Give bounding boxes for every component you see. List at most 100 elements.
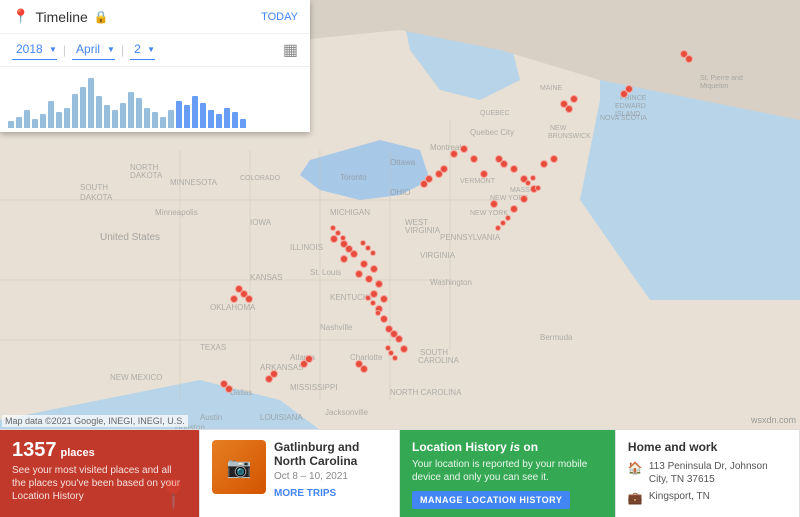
histogram-bar[interactable] xyxy=(232,112,238,128)
trip-inner: 📷 Gatlinburg and North Carolina Oct 8 – … xyxy=(212,440,387,501)
svg-text:St. Pierre and: St. Pierre and xyxy=(700,75,743,82)
places-card[interactable]: 1357 places See your most visited places… xyxy=(0,429,200,517)
map-attribution: Map data ©2021 Google, INEGI, INEGI, U.S… xyxy=(2,415,188,427)
location-dot xyxy=(350,250,358,258)
day-select[interactable]: 2 xyxy=(130,40,145,58)
svg-text:Quebec City: Quebec City xyxy=(470,128,514,137)
histogram-bar[interactable] xyxy=(192,96,198,128)
histogram-bar[interactable] xyxy=(144,108,150,128)
chart-toggle-button[interactable]: ▦ xyxy=(283,40,298,60)
histogram-bar[interactable] xyxy=(120,103,126,128)
svg-text:OKLAHOMA: OKLAHOMA xyxy=(210,303,256,312)
svg-text:QUEBEC: QUEBEC xyxy=(480,110,510,117)
svg-text:MINNESOTA: MINNESOTA xyxy=(170,178,218,187)
location-dot xyxy=(330,225,336,231)
location-dot xyxy=(440,165,448,173)
svg-text:IOWA: IOWA xyxy=(250,218,272,227)
location-dot xyxy=(370,265,378,273)
svg-text:PENNSYLVANIA: PENNSYLVANIA xyxy=(440,233,501,242)
home-address: 113 Peninsula Dr, Johnson City, TN 37615 xyxy=(649,460,787,486)
more-trips-button[interactable]: MORE TRIPS xyxy=(274,488,336,499)
today-button[interactable]: TODAY xyxy=(261,11,298,23)
histogram-bar[interactable] xyxy=(216,114,222,128)
svg-text:Bermuda: Bermuda xyxy=(540,333,573,342)
histogram[interactable] xyxy=(0,67,310,132)
histogram-bar[interactable] xyxy=(240,119,246,128)
svg-text:COLORADO: COLORADO xyxy=(240,175,281,182)
svg-text:TEXAS: TEXAS xyxy=(200,343,226,352)
histogram-bar[interactable] xyxy=(64,108,70,128)
histogram-bar[interactable] xyxy=(48,101,54,128)
histogram-bar[interactable] xyxy=(136,98,142,128)
location-history-card[interactable]: Location History is on Your location is … xyxy=(400,429,616,517)
year-select[interactable]: 2018 xyxy=(12,40,47,58)
histogram-bar[interactable] xyxy=(200,103,206,128)
svg-text:OHIO: OHIO xyxy=(390,188,410,197)
svg-text:DAKOTA: DAKOTA xyxy=(130,171,163,180)
svg-text:VIRGINIA: VIRGINIA xyxy=(420,251,456,260)
timeline-title-group: 📍 Timeline 🔒 xyxy=(12,8,109,25)
month-select[interactable]: April xyxy=(72,40,105,58)
location-dot xyxy=(495,225,501,231)
histogram-bar[interactable] xyxy=(96,96,102,128)
histogram-bar[interactable] xyxy=(208,110,214,128)
location-dot xyxy=(495,155,503,163)
histogram-bar[interactable] xyxy=(56,112,62,128)
histogram-bar[interactable] xyxy=(72,94,78,128)
location-dot xyxy=(225,385,233,393)
location-dot xyxy=(450,150,458,158)
svg-text:Austin: Austin xyxy=(200,413,222,422)
histogram-bar[interactable] xyxy=(160,117,166,128)
location-dot xyxy=(480,170,488,178)
location-dot xyxy=(305,355,313,363)
histogram-bar[interactable] xyxy=(152,112,158,128)
places-bg-icon: 📍 xyxy=(156,478,191,511)
histogram-bar[interactable] xyxy=(184,105,190,128)
svg-text:ARKANSAS: ARKANSAS xyxy=(260,363,304,372)
histogram-bar[interactable] xyxy=(8,121,14,128)
svg-text:NEW: NEW xyxy=(550,125,567,132)
home-work-card[interactable]: Home and work 🏠 113 Peninsula Dr, Johnso… xyxy=(616,429,800,517)
histogram-bar[interactable] xyxy=(128,92,134,128)
location-dot xyxy=(392,355,398,361)
trip-title: Gatlinburg and North Carolina xyxy=(274,440,387,469)
svg-text:NEW YORK: NEW YORK xyxy=(470,210,508,217)
location-dot xyxy=(375,280,383,288)
svg-text:Dallas: Dallas xyxy=(230,388,252,397)
histogram-bar[interactable] xyxy=(16,117,22,128)
svg-text:MICHIGAN: MICHIGAN xyxy=(330,208,370,217)
location-dot xyxy=(470,155,478,163)
svg-text:NEW MEXICO: NEW MEXICO xyxy=(110,373,162,382)
histogram-bar[interactable] xyxy=(112,110,118,128)
svg-text:United States: United States xyxy=(100,232,160,243)
trip-card[interactable]: 📷 Gatlinburg and North Carolina Oct 8 – … xyxy=(200,429,400,517)
histogram-bar[interactable] xyxy=(88,78,94,128)
svg-text:ILLINOIS: ILLINOIS xyxy=(290,243,323,252)
trip-info: Gatlinburg and North Carolina Oct 8 – 10… xyxy=(274,440,387,501)
histogram-bar[interactable] xyxy=(80,87,86,128)
month-chevron-icon: ▼ xyxy=(107,45,115,54)
places-unit: places xyxy=(61,447,95,459)
location-dot xyxy=(355,270,363,278)
location-dot xyxy=(460,145,468,153)
svg-text:EDWARD: EDWARD xyxy=(615,103,646,110)
histogram-bar[interactable] xyxy=(40,114,46,128)
histogram-bar[interactable] xyxy=(224,108,230,128)
location-dot xyxy=(500,220,506,226)
svg-text:Miquelon: Miquelon xyxy=(700,83,729,90)
histogram-bar[interactable] xyxy=(32,119,38,128)
location-pin-icon: 📍 xyxy=(12,8,29,25)
location-dot xyxy=(510,165,518,173)
svg-text:VIRGINIA: VIRGINIA xyxy=(405,226,441,235)
location-dot xyxy=(375,310,381,316)
date-controls: 2018 ▼ | April ▼ | 2 ▼ ▦ xyxy=(0,34,310,67)
svg-text:ISLAND: ISLAND xyxy=(615,111,640,118)
manage-location-history-button[interactable]: MANAGE LOCATION HISTORY xyxy=(412,491,570,509)
histogram-bar[interactable] xyxy=(176,101,182,128)
histogram-bar[interactable] xyxy=(104,105,110,128)
home-work-title: Home and work xyxy=(628,440,787,454)
histogram-bar[interactable] xyxy=(24,110,30,128)
histogram-bar[interactable] xyxy=(168,110,174,128)
trip-date: Oct 8 – 10, 2021 xyxy=(274,471,387,482)
location-dot xyxy=(625,85,633,93)
